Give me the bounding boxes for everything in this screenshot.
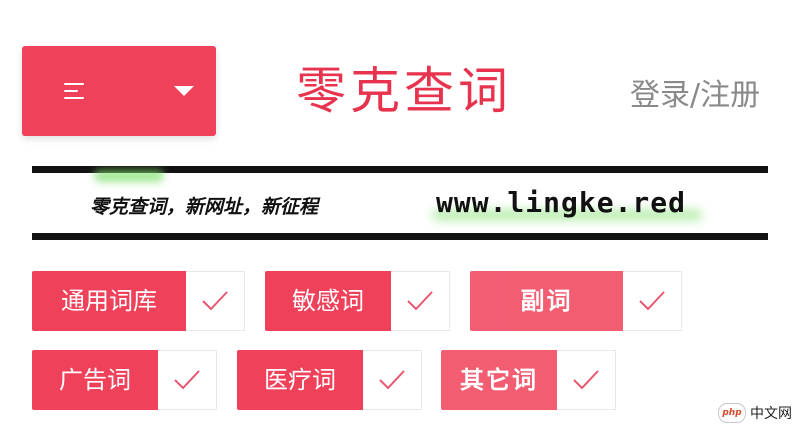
category-check-box[interactable] — [557, 350, 616, 410]
checkmark-icon — [202, 291, 228, 311]
hamburger-icon — [64, 80, 86, 100]
category-check-box[interactable] — [158, 350, 217, 410]
category-label: 广告词 — [32, 350, 158, 410]
promo-banner[interactable]: 零克查词，新网址，新征程 www.lingke.red — [32, 166, 768, 240]
category-tag-ads[interactable]: 广告词 — [32, 350, 217, 410]
brand-logo[interactable]: 零克查词 — [296, 56, 508, 126]
banner-slogan: 零克查词，新网址，新征程 — [90, 196, 319, 218]
menu-button[interactable] — [22, 46, 216, 136]
category-label: 医疗词 — [237, 350, 363, 410]
watermark-text: 中文网 — [750, 406, 792, 422]
checkmark-icon — [639, 291, 665, 311]
category-label: 敏感词 — [265, 271, 391, 331]
category-check-box[interactable] — [363, 350, 422, 410]
site-watermark: php 中文网 — [718, 400, 792, 426]
category-check-box[interactable] — [623, 271, 682, 331]
caret-down-icon — [174, 86, 194, 96]
checkmark-icon — [379, 370, 405, 390]
banner-url[interactable]: www.lingke.red — [436, 186, 686, 219]
checkmark-icon — [407, 291, 433, 311]
banner-glow — [94, 170, 164, 182]
category-tag-general[interactable]: 通用词库 — [32, 271, 245, 331]
banner-bottom-rail — [32, 233, 768, 240]
category-tag-adverb[interactable]: 副词 — [470, 271, 682, 331]
checkmark-icon — [573, 370, 599, 390]
category-check-box[interactable] — [186, 271, 245, 331]
category-label: 副词 — [470, 271, 623, 331]
category-tag-other[interactable]: 其它词 — [441, 350, 616, 410]
category-label: 通用词库 — [32, 271, 186, 331]
category-tag-sensitive[interactable]: 敏感词 — [265, 271, 450, 331]
category-check-box[interactable] — [391, 271, 450, 331]
category-label: 其它词 — [441, 350, 557, 410]
login-register-link[interactable]: 登录/注册 — [630, 76, 760, 116]
checkmark-icon — [174, 370, 200, 390]
category-tag-medical[interactable]: 医疗词 — [237, 350, 422, 410]
php-badge: php — [718, 403, 746, 423]
